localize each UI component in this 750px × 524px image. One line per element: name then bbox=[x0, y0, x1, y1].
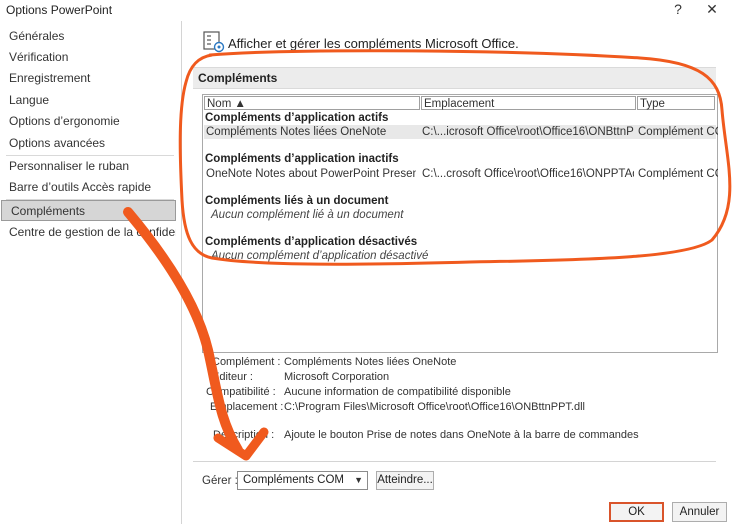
sidebar-item-acces-rapide[interactable]: Barre d’outils Accès rapide bbox=[0, 177, 176, 198]
section-title: Compléments bbox=[198, 71, 278, 85]
close-button[interactable]: ✕ bbox=[695, 0, 729, 18]
manage-select-value: Compléments COM bbox=[243, 474, 344, 486]
group-title-document: Compléments liés à un document bbox=[205, 195, 389, 207]
table-row[interactable]: Compléments Notes liées OneNote C:\...ic… bbox=[204, 125, 718, 139]
detail-addin-label: Complément : bbox=[212, 356, 281, 368]
help-button[interactable]: ? bbox=[661, 0, 695, 18]
sidebar-item-langue[interactable]: Langue bbox=[0, 90, 176, 111]
cancel-button[interactable]: Annuler bbox=[672, 502, 727, 522]
detail-publisher-label: Éditeur : bbox=[212, 371, 253, 383]
detail-publisher-value: Microsoft Corporation bbox=[284, 371, 390, 383]
detail-addin-value: Compléments Notes liées OneNote bbox=[284, 356, 457, 368]
group-title-inactive: Compléments d’application inactifs bbox=[205, 153, 399, 165]
sidebar: Générales Vérification Enregistrement La… bbox=[0, 21, 182, 524]
row-name: Compléments Notes liées OneNote bbox=[206, 126, 387, 138]
group-title-active: Compléments d’application actifs bbox=[205, 112, 389, 124]
window-title: Options PowerPoint bbox=[6, 3, 113, 17]
addins-icon bbox=[203, 31, 225, 53]
section-header: Compléments bbox=[193, 67, 716, 89]
detail-location-value: C:\Program Files\Microsoft Office\root\O… bbox=[284, 401, 585, 413]
row-location: C:\...icrosoft Office\root\Office16\ONBt… bbox=[422, 126, 634, 138]
row-type: Complément COM bbox=[638, 126, 718, 138]
sidebar-item-enregistrement[interactable]: Enregistrement bbox=[0, 68, 176, 89]
empty-disabled-message: Aucun complément d’application désactivé bbox=[211, 250, 429, 262]
column-header-name[interactable]: Nom ▲ bbox=[204, 96, 420, 110]
detail-description-value: Ajoute le bouton Prise de notes dans One… bbox=[284, 429, 639, 441]
detail-location-label: Emplacement : bbox=[210, 401, 284, 413]
manage-select[interactable]: Compléments COM ▼ bbox=[237, 471, 368, 490]
detail-compatibility-value: Aucune information de compatibilité disp… bbox=[284, 386, 511, 398]
sidebar-item-ergonomie[interactable]: Options d’ergonomie bbox=[0, 111, 176, 132]
ok-button[interactable]: OK bbox=[609, 502, 664, 522]
detail-compatibility-label: Compatibilité : bbox=[206, 386, 276, 398]
page-heading: Afficher et gérer les compléments Micros… bbox=[228, 36, 519, 51]
manage-label: Gérer : bbox=[202, 475, 238, 487]
column-header-location[interactable]: Emplacement bbox=[421, 96, 636, 110]
row-location: C:\...crosoft Office\root\Office16\ONPPT… bbox=[422, 168, 634, 180]
sidebar-item-personnaliser-ruban[interactable]: Personnaliser le ruban bbox=[0, 156, 176, 177]
divider bbox=[193, 461, 716, 462]
row-type: Complément COM bbox=[638, 168, 718, 180]
sidebar-item-complements[interactable]: Compléments bbox=[1, 200, 176, 221]
addins-list[interactable]: Nom ▲ Emplacement Type Compléments d’app… bbox=[202, 94, 718, 353]
sidebar-item-centre-confidentialite[interactable]: Centre de gestion de la confidentialité bbox=[0, 222, 176, 243]
column-header-type[interactable]: Type bbox=[637, 96, 715, 110]
chevron-down-icon: ▼ bbox=[354, 475, 363, 485]
group-title-disabled: Compléments d’application désactivés bbox=[205, 236, 418, 248]
sidebar-item-verification[interactable]: Vérification bbox=[0, 47, 176, 68]
detail-description-label: Description : bbox=[213, 429, 275, 441]
go-button[interactable]: Atteindre... bbox=[376, 471, 434, 490]
table-row[interactable]: OneNote Notes about PowerPoint Presentat… bbox=[204, 167, 718, 181]
sidebar-item-options-avancees[interactable]: Options avancées bbox=[0, 133, 176, 154]
empty-document-message: Aucun complément lié à un document bbox=[211, 209, 404, 221]
sidebar-item-generales[interactable]: Générales bbox=[0, 26, 176, 47]
row-name: OneNote Notes about PowerPoint Presentat… bbox=[206, 168, 416, 180]
